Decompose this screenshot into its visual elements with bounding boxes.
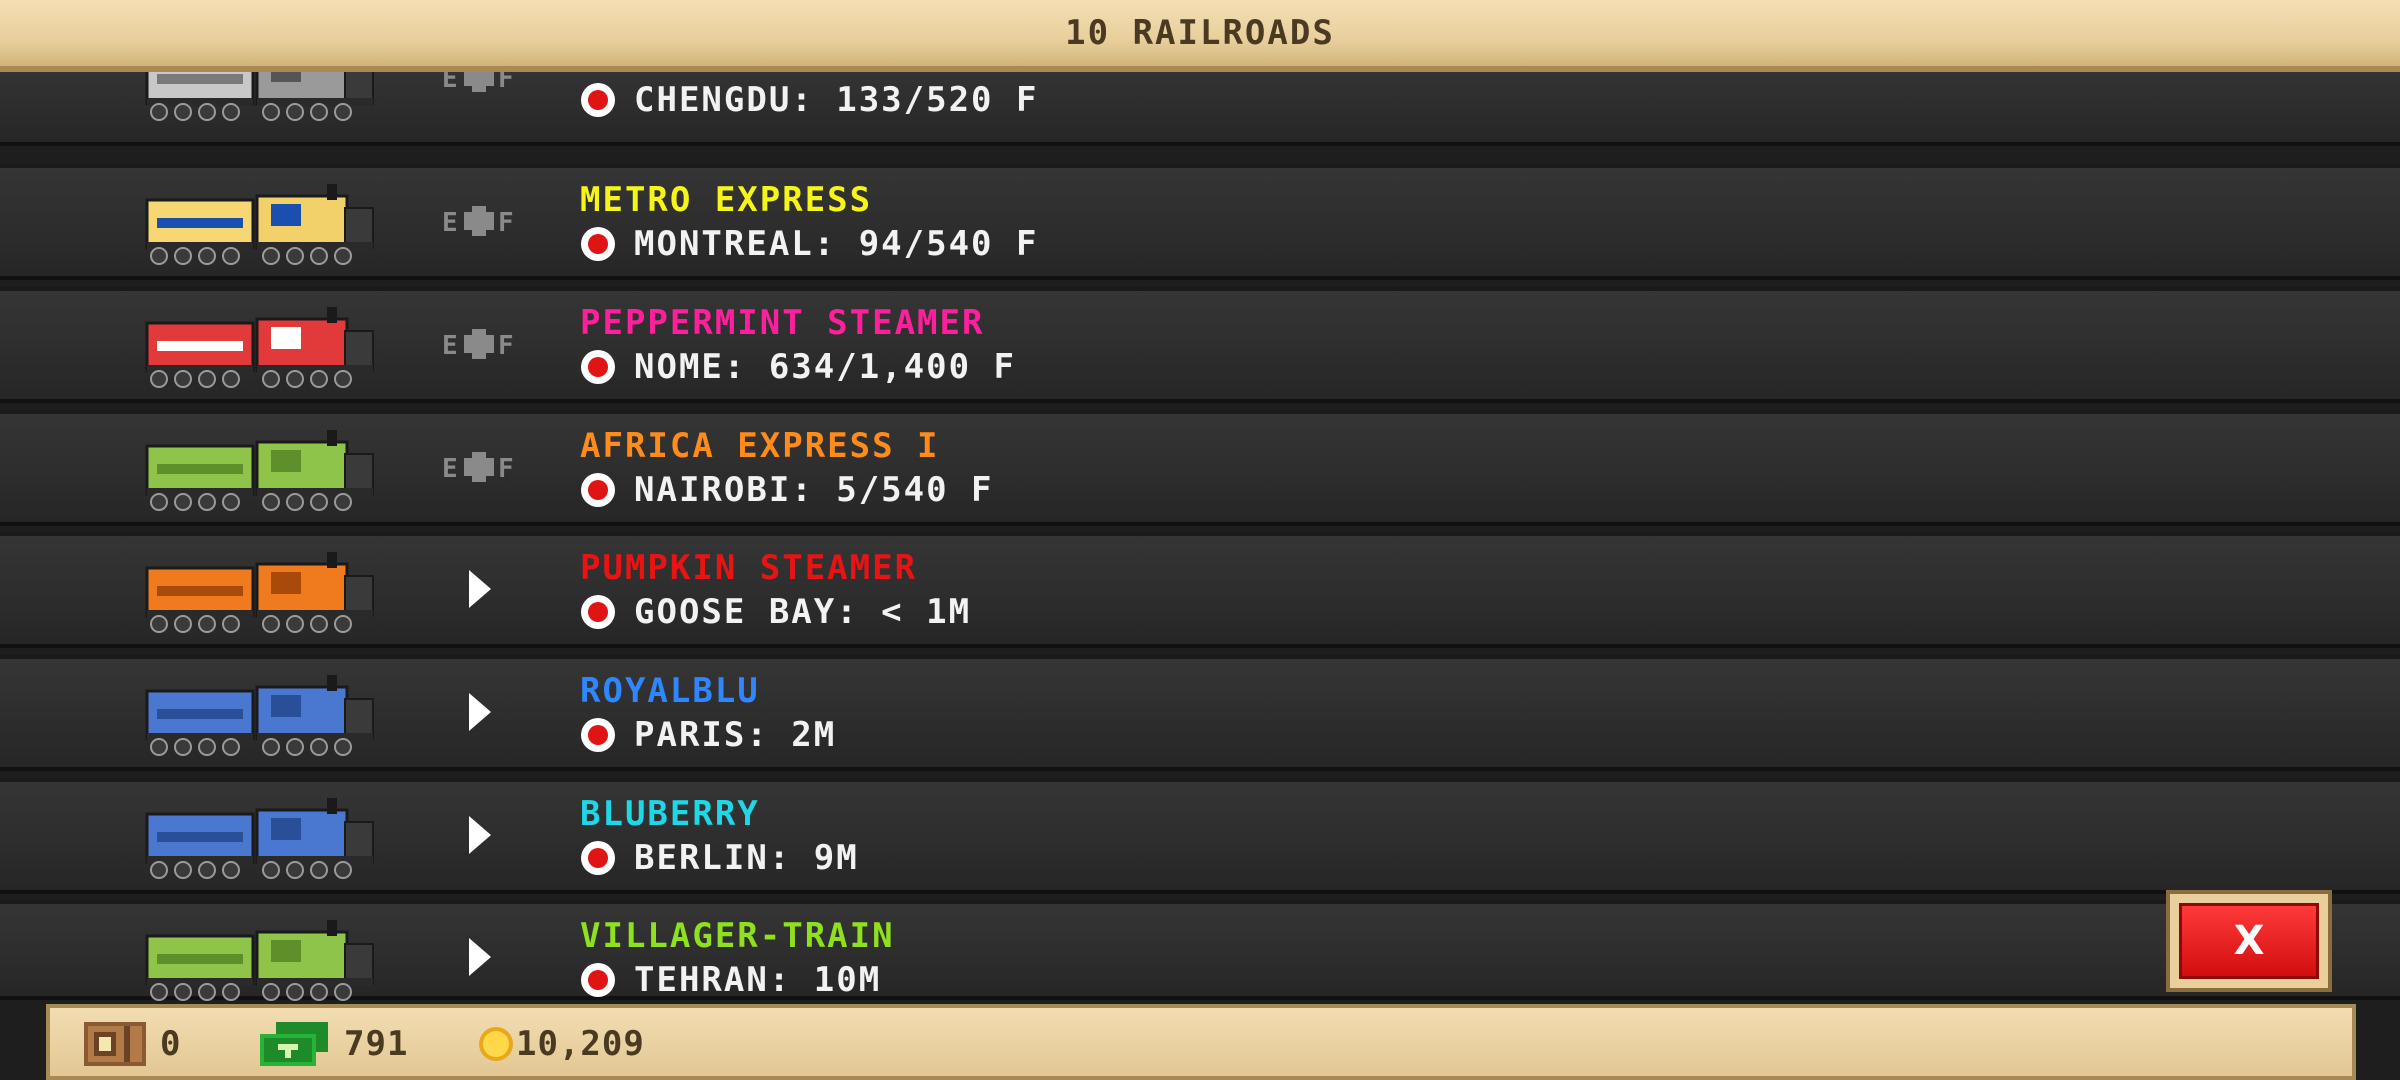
railroad-row[interactable]: ROYALBLU PARIS: 2M xyxy=(0,655,2400,771)
destination-marker-icon xyxy=(581,841,615,875)
destination-marker-icon xyxy=(581,227,615,261)
railroad-name: BLUBERRY xyxy=(580,794,760,834)
close-icon: X xyxy=(2179,903,2319,979)
destination: NAIROBI: 5/540 F xyxy=(580,470,994,510)
destination: BERLIN: 9M xyxy=(580,838,859,878)
play-button[interactable] xyxy=(440,812,520,858)
destination-text: NOME: 634/1,400 F xyxy=(634,347,1016,387)
destination-marker-icon xyxy=(581,350,615,384)
svg-text:F: F xyxy=(498,454,514,484)
railroad-row[interactable]: E F METRO EXPRESS MONTREAL: 94/540 F xyxy=(0,164,2400,280)
train-sprite xyxy=(145,178,375,268)
play-arrow-icon xyxy=(469,816,491,854)
railroad-name: PEPPERMINT STEAMER xyxy=(580,303,985,343)
page-title: 10 RAILROADS xyxy=(1065,13,1335,53)
resource-bar: 0 791 10,209 xyxy=(46,1004,2356,1080)
svg-text:E: E xyxy=(442,331,458,361)
railroad-list[interactable]: E F CHENGDU: 133/520 F E F METRO EXPRESS… xyxy=(0,0,2400,1001)
destination: GOOSE BAY: < 1M xyxy=(580,592,971,632)
railroad-name: PUMPKIN STEAMER xyxy=(580,548,918,588)
cargo-status-icon: E F xyxy=(442,329,514,361)
play-arrow-icon xyxy=(469,938,491,976)
railroad-row[interactable]: E F PEPPERMINT STEAMER NOME: 634/1,400 F xyxy=(0,287,2400,403)
destination: MONTREAL: 94/540 F xyxy=(580,224,1038,264)
cargo-status-icon: E F xyxy=(442,452,514,484)
train-sprite xyxy=(145,546,375,636)
play-button[interactable] xyxy=(440,689,520,735)
crates-resource: 0 xyxy=(84,1022,181,1066)
cash-icon xyxy=(260,1022,328,1066)
destination: TEHRAN: 10M xyxy=(580,960,881,1000)
cargo-status: E F xyxy=(440,321,520,367)
train-sprite xyxy=(145,424,375,514)
coins-count: 10,209 xyxy=(516,1024,645,1064)
svg-text:E: E xyxy=(442,208,458,238)
play-arrow-icon xyxy=(469,693,491,731)
railroad-name: METRO EXPRESS xyxy=(580,180,873,220)
railroad-row[interactable]: BLUBERRY BERLIN: 9M xyxy=(0,778,2400,894)
railroads-screen: E F CHENGDU: 133/520 F E F METRO EXPRESS… xyxy=(0,0,2400,1080)
destination-marker xyxy=(580,226,616,262)
cash-resource: 791 xyxy=(260,1022,408,1066)
crates-count: 0 xyxy=(160,1024,182,1064)
destination-marker-icon xyxy=(581,963,615,997)
train-sprite xyxy=(145,301,375,391)
train-sprite xyxy=(145,669,375,759)
railroad-row[interactable]: E F AFRICA EXPRESS I NAIROBI: 5/540 F xyxy=(0,410,2400,526)
destination-marker-icon xyxy=(581,473,615,507)
destination-text: TEHRAN: 10M xyxy=(634,960,882,1000)
railroad-row[interactable]: VILLAGER-TRAIN TEHRAN: 10M xyxy=(0,900,2400,1001)
train-sprite xyxy=(145,914,375,1004)
play-arrow-icon xyxy=(469,570,491,608)
railroad-name: VILLAGER-TRAIN xyxy=(580,916,895,956)
train-sprite xyxy=(145,792,375,882)
destination-text: GOOSE BAY: < 1M xyxy=(634,592,972,632)
destination-text: BERLIN: 9M xyxy=(634,838,859,878)
coins-resource: 10,209 xyxy=(478,1022,645,1066)
cargo-status: E F xyxy=(440,198,520,244)
cash-count: 791 xyxy=(344,1024,409,1064)
destination-marker xyxy=(580,82,616,118)
cargo-status-icon: E F xyxy=(442,206,514,238)
destination-marker xyxy=(580,962,616,998)
railroad-name: ROYALBLU xyxy=(580,671,760,711)
destination-marker-icon xyxy=(581,595,615,629)
destination-text: MONTREAL: 94/540 F xyxy=(634,224,1039,264)
svg-text:F: F xyxy=(498,208,514,238)
destination-text: NAIROBI: 5/540 F xyxy=(634,470,994,510)
crate-icon xyxy=(84,1022,146,1066)
destination: CHENGDU: 133/520 F xyxy=(580,80,1038,120)
destination-marker xyxy=(580,717,616,753)
cargo-status: E F xyxy=(440,444,520,490)
destination: NOME: 634/1,400 F xyxy=(580,347,1016,387)
destination-marker xyxy=(580,840,616,876)
close-button[interactable]: X xyxy=(2166,890,2332,992)
destination-marker xyxy=(580,594,616,630)
destination-marker-icon xyxy=(581,83,615,117)
railroad-name: AFRICA EXPRESS I xyxy=(580,426,940,466)
svg-text:E: E xyxy=(442,454,458,484)
destination-marker xyxy=(580,349,616,385)
destination-marker xyxy=(580,472,616,508)
destination-text: PARIS: 2M xyxy=(634,715,837,755)
destination: PARIS: 2M xyxy=(580,715,836,755)
play-button[interactable] xyxy=(440,566,520,612)
destination-text: CHENGDU: 133/520 F xyxy=(634,80,1039,120)
svg-text:F: F xyxy=(498,331,514,361)
destination-marker-icon xyxy=(581,718,615,752)
coin-icon xyxy=(479,1027,513,1061)
header-bar: 10 RAILROADS xyxy=(0,0,2400,72)
play-button[interactable] xyxy=(440,934,520,980)
railroad-row[interactable]: PUMPKIN STEAMER GOOSE BAY: < 1M xyxy=(0,532,2400,648)
